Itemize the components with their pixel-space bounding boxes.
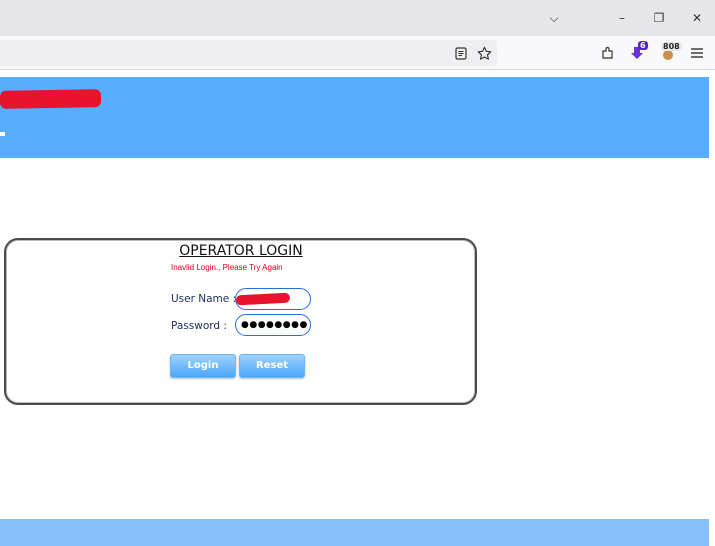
password-label: Password : — [171, 320, 227, 332]
reader-view-icon[interactable] — [451, 43, 471, 63]
password-input[interactable]: ●●●●●●●● — [235, 314, 311, 336]
login-title: OPERATOR LOGIN — [179, 243, 303, 259]
redacted-username — [235, 292, 291, 306]
username-label: User Name : — [171, 293, 237, 305]
bookmark-star-icon[interactable] — [474, 43, 494, 63]
extension-count-badge: 808 — [661, 42, 682, 51]
browser-navbar: 6 808 — [0, 36, 715, 70]
extension-badge-icon[interactable]: 808 — [658, 42, 682, 63]
browser-titlebar: ⌵ – ❐ ✕ — [0, 0, 715, 36]
header-fragment-mark — [0, 132, 5, 136]
login-button[interactable]: Login — [170, 354, 236, 378]
redacted-site-title — [0, 89, 102, 109]
error-message: Inavlid Login., Please Try Again — [171, 263, 283, 272]
site-footer — [0, 519, 709, 546]
minimize-icon[interactable]: – — [613, 9, 631, 27]
username-input[interactable] — [235, 288, 311, 310]
reset-button[interactable]: Reset — [239, 354, 305, 378]
restore-icon[interactable]: ❐ — [650, 9, 668, 27]
download-icon[interactable]: 6 — [627, 41, 648, 63]
address-bar[interactable] — [0, 40, 497, 66]
tab-list-chevron-icon[interactable]: ⌵ — [545, 9, 563, 27]
extensions-icon[interactable] — [598, 43, 618, 63]
menu-icon[interactable] — [687, 43, 707, 63]
site-header — [0, 77, 709, 158]
download-count-badge: 6 — [638, 41, 648, 50]
close-icon[interactable]: ✕ — [688, 9, 706, 27]
